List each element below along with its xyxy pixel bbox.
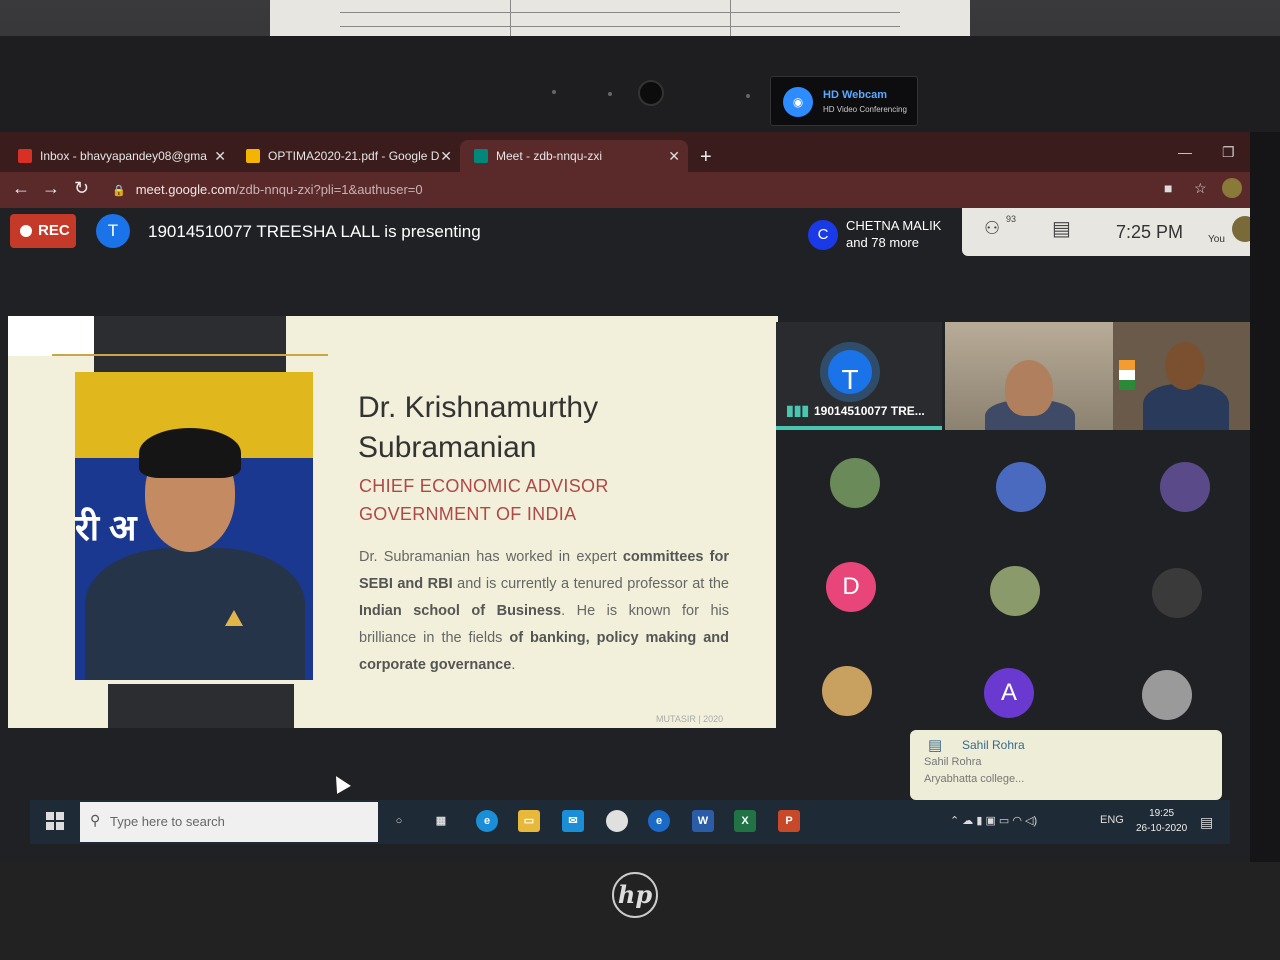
description-text: committees	[622, 549, 704, 565]
address-bar: ← → ↻ 🔒 meet.google.com/zdb-nnqu-zxi?pli=…	[0, 172, 1250, 208]
mouse-cursor-icon	[329, 772, 351, 794]
speaker-photo: री अ	[75, 372, 313, 680]
close-tab-icon[interactable]: ✕	[440, 140, 452, 172]
new-tab-button[interactable]: +	[700, 146, 712, 169]
slide-footer: MUTASIR | 2020	[656, 714, 724, 724]
participant-video-tile[interactable]	[1113, 322, 1250, 430]
participant-avatar[interactable]	[990, 566, 1040, 616]
task-view-icon[interactable]: ▦	[430, 810, 452, 832]
edge-icon[interactable]: e	[476, 810, 498, 832]
minimize-button[interactable]: —	[1178, 144, 1192, 160]
hd-webcam-badge: ◉ HD Webcam HD Video Conferencing	[770, 76, 918, 126]
restore-button[interactable]: ❐	[1222, 144, 1235, 161]
speaker-description: Dr. Subramanian has worked in expert com…	[359, 544, 729, 679]
url-field[interactable]: 🔒 meet.google.com/zdb-nnqu-zxi?pli=1&auth…	[112, 182, 423, 197]
participant-avatar[interactable]	[1152, 568, 1202, 618]
people-icon[interactable]: ⚇	[984, 218, 1000, 239]
camera-icon: ◉	[783, 87, 813, 117]
taskbar-search-input[interactable]: ⚲ Type here to search	[80, 802, 378, 842]
profile-avatar[interactable]	[1222, 178, 1242, 198]
meet-controls-panel: ⚇ 93 ▤ 7:25 PM You	[962, 208, 1250, 256]
chrome-icon[interactable]	[606, 810, 628, 832]
laptop-screen: Inbox - bhavyapandey08@gma ✕ OPTIMA2020-…	[0, 132, 1250, 862]
lock-icon: 🔒	[112, 185, 126, 197]
hp-logo: hp	[612, 872, 658, 918]
flag-icon	[1119, 360, 1135, 390]
participant-name: CHETNA MALIK	[846, 218, 942, 233]
meet-icon	[474, 149, 488, 163]
description-text: .	[511, 657, 516, 673]
description-text: Dr. Subramanian has worked in expert	[359, 549, 623, 565]
description-text: and is currently a tenured professor at …	[452, 576, 729, 592]
taskbar-clock[interactable]: 19:25 26-10-2020	[1136, 806, 1187, 836]
description-text: Indian school of Business	[359, 603, 562, 619]
self-avatar[interactable]	[1232, 216, 1250, 242]
meet-clock: 7:25 PM	[1116, 222, 1184, 242]
you-label: You	[1208, 234, 1225, 245]
gmail-icon	[18, 149, 32, 163]
participant-video-tile[interactable]	[945, 322, 1113, 430]
mail-icon[interactable]: ✉	[562, 810, 584, 832]
presenter-avatar: T	[96, 214, 130, 248]
paper-sheet	[270, 0, 970, 38]
photo-of-laptop-screen: ◉ HD Webcam HD Video Conferencing Inbox …	[0, 0, 1280, 960]
cortana-icon[interactable]: ○	[388, 810, 410, 832]
audio-level-icon: ▮▮▮	[786, 402, 810, 418]
camera-permission-icon[interactable]: ■	[1164, 180, 1172, 196]
speaker-name: Dr. Krishnamurthy Subramanian	[358, 391, 599, 464]
tab-pdf[interactable]: OPTIMA2020-21.pdf - Google D ✕	[232, 140, 460, 172]
meet-header: REC T 19014510077 TREESHA LALL is presen…	[0, 208, 1250, 264]
people-count: 93	[1006, 214, 1017, 224]
back-button[interactable]: ←	[12, 178, 30, 199]
word-icon[interactable]: W	[692, 810, 714, 832]
notification-icon[interactable]: ▤	[1200, 814, 1213, 831]
participant-avatar[interactable]: A	[984, 668, 1034, 718]
tray-icons[interactable]: ⌃ ☁ ▮ ▣ ▭ ◠ ◁)	[950, 814, 1037, 827]
chat-icon[interactable]: ▤	[1052, 216, 1071, 241]
close-tab-icon[interactable]: ✕	[214, 140, 226, 172]
tab-inbox[interactable]: Inbox - bhavyapandey08@gma ✕	[4, 140, 234, 172]
participant-avatar[interactable]	[1142, 670, 1192, 720]
participant-avatar[interactable]	[822, 666, 872, 716]
browser-tab-bar: Inbox - bhavyapandey08@gma ✕ OPTIMA2020-…	[0, 132, 1250, 172]
language-indicator[interactable]: ENG	[1100, 814, 1124, 826]
participant-avatar[interactable]	[830, 458, 880, 508]
forward-button[interactable]: →	[42, 178, 60, 199]
speaker-role: CHIEF ECONOMIC ADVISOR GOVERNMENT OF IND…	[359, 476, 609, 524]
file-explorer-icon[interactable]: ▭	[518, 810, 540, 832]
participant-avatar[interactable]	[1160, 462, 1210, 512]
chat-notification[interactable]: ▤ Sahil Rohra Sahil Rohra Aryabhatta col…	[910, 730, 1222, 800]
participant-grid: D A	[776, 430, 1250, 740]
close-tab-icon[interactable]: ✕	[668, 140, 680, 172]
participant-avatar: C	[808, 220, 838, 250]
participant-avatar[interactable]: D	[826, 562, 876, 612]
windows-start-icon[interactable]	[46, 812, 64, 830]
drive-icon	[246, 149, 260, 163]
presenter-tile[interactable]: T ▮▮▮ 19014510077 TRE...	[776, 322, 942, 430]
presenter-tile-avatar: T	[820, 342, 880, 402]
webcam-lens	[638, 80, 664, 106]
reload-button[interactable]: ↻	[74, 178, 89, 199]
excel-icon[interactable]: X	[734, 810, 756, 832]
participant-avatar[interactable]	[996, 462, 1046, 512]
internet-explorer-icon[interactable]: e	[648, 810, 670, 832]
powerpoint-icon[interactable]: P	[778, 810, 800, 832]
message-icon: ▤	[928, 737, 943, 754]
search-icon: ⚲	[90, 812, 101, 828]
tab-meet[interactable]: Meet - zdb-nnqu-zxi ✕	[460, 140, 688, 172]
slide-dark-band	[94, 316, 286, 374]
participant-more: and 78 more	[846, 235, 919, 250]
recording-indicator: REC	[10, 214, 76, 248]
presenter-tile-name: 19014510077 TRE...	[814, 404, 925, 418]
presenting-status: 19014510077 TREESHA LALL is presenting	[148, 222, 481, 241]
bookmark-star-icon[interactable]: ☆	[1194, 180, 1207, 197]
presentation-slide: री अ Dr. Krishnamurthy Subramanian CHIEF…	[8, 316, 778, 728]
windows-taskbar: ⚲ Type here to search ○ ▦ e ▭ ✉ e W X P …	[30, 800, 1230, 844]
